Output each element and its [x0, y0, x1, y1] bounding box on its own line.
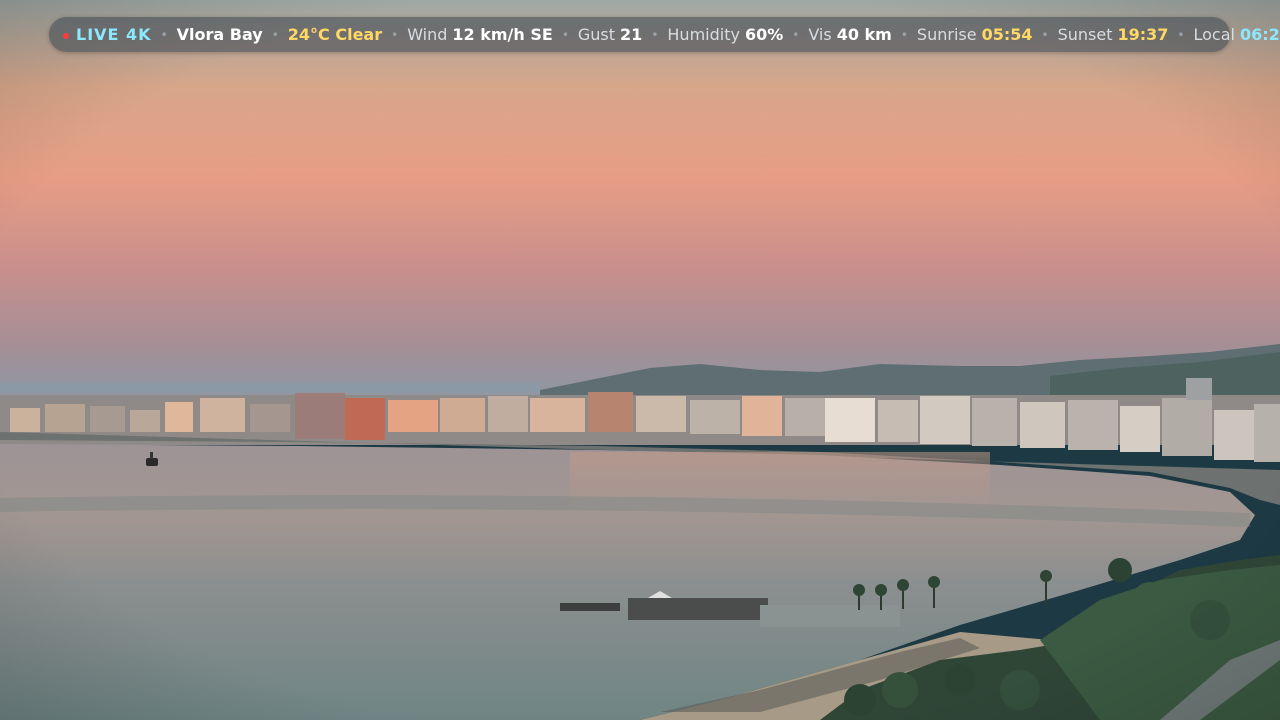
- gust-value: 21: [620, 25, 643, 44]
- separator: •: [1041, 27, 1049, 42]
- local-label: Local: [1193, 25, 1235, 44]
- separator: •: [271, 27, 279, 42]
- temperature-condition: 24°C Clear: [287, 25, 383, 44]
- separator: •: [160, 27, 168, 42]
- separator: •: [391, 27, 399, 42]
- wind-label: Wind: [407, 25, 448, 44]
- humidity-readout: Humidity 60%: [667, 25, 783, 44]
- visibility-value: 40 km: [836, 25, 892, 44]
- gust-label: Gust: [577, 25, 616, 44]
- local-time-value: 06:22: [1239, 25, 1280, 44]
- separator: •: [561, 27, 569, 42]
- wind-value: 12 km/h SE: [452, 25, 553, 44]
- red-dot-icon: [63, 33, 69, 39]
- separator: •: [900, 27, 908, 42]
- sunrise-value: 05:54: [981, 25, 1033, 44]
- location-name: Vlora Bay: [176, 25, 263, 44]
- sunrise-label: Sunrise: [916, 25, 977, 44]
- sunrise-readout: Sunrise 05:54: [917, 25, 1033, 44]
- sunset-value: 19:37: [1117, 25, 1169, 44]
- sunset-readout: Sunset 19:37: [1058, 25, 1169, 44]
- visibility-readout: Vis 40 km: [808, 25, 892, 44]
- visibility-label: Vis: [808, 25, 832, 44]
- gust-readout: Gust 21: [578, 25, 642, 44]
- live-badge: LIVE 4K: [76, 25, 152, 44]
- humidity-label: Humidity: [667, 25, 740, 44]
- local-time-readout: Local 06:22: [1193, 25, 1280, 44]
- weather-hud-bar: LIVE 4K • Vlora Bay • 24°C Clear • Wind …: [49, 17, 1280, 52]
- wind-readout: Wind 12 km/h SE: [407, 25, 553, 44]
- bay-panorama: [0, 0, 1280, 720]
- separator: •: [651, 27, 659, 42]
- humidity-value: 60%: [744, 25, 784, 44]
- separator: •: [792, 27, 800, 42]
- sunset-label: Sunset: [1057, 25, 1113, 44]
- separator: •: [1177, 27, 1185, 42]
- webcam-view: LIVE 4K • Vlora Bay • 24°C Clear • Wind …: [0, 0, 1280, 720]
